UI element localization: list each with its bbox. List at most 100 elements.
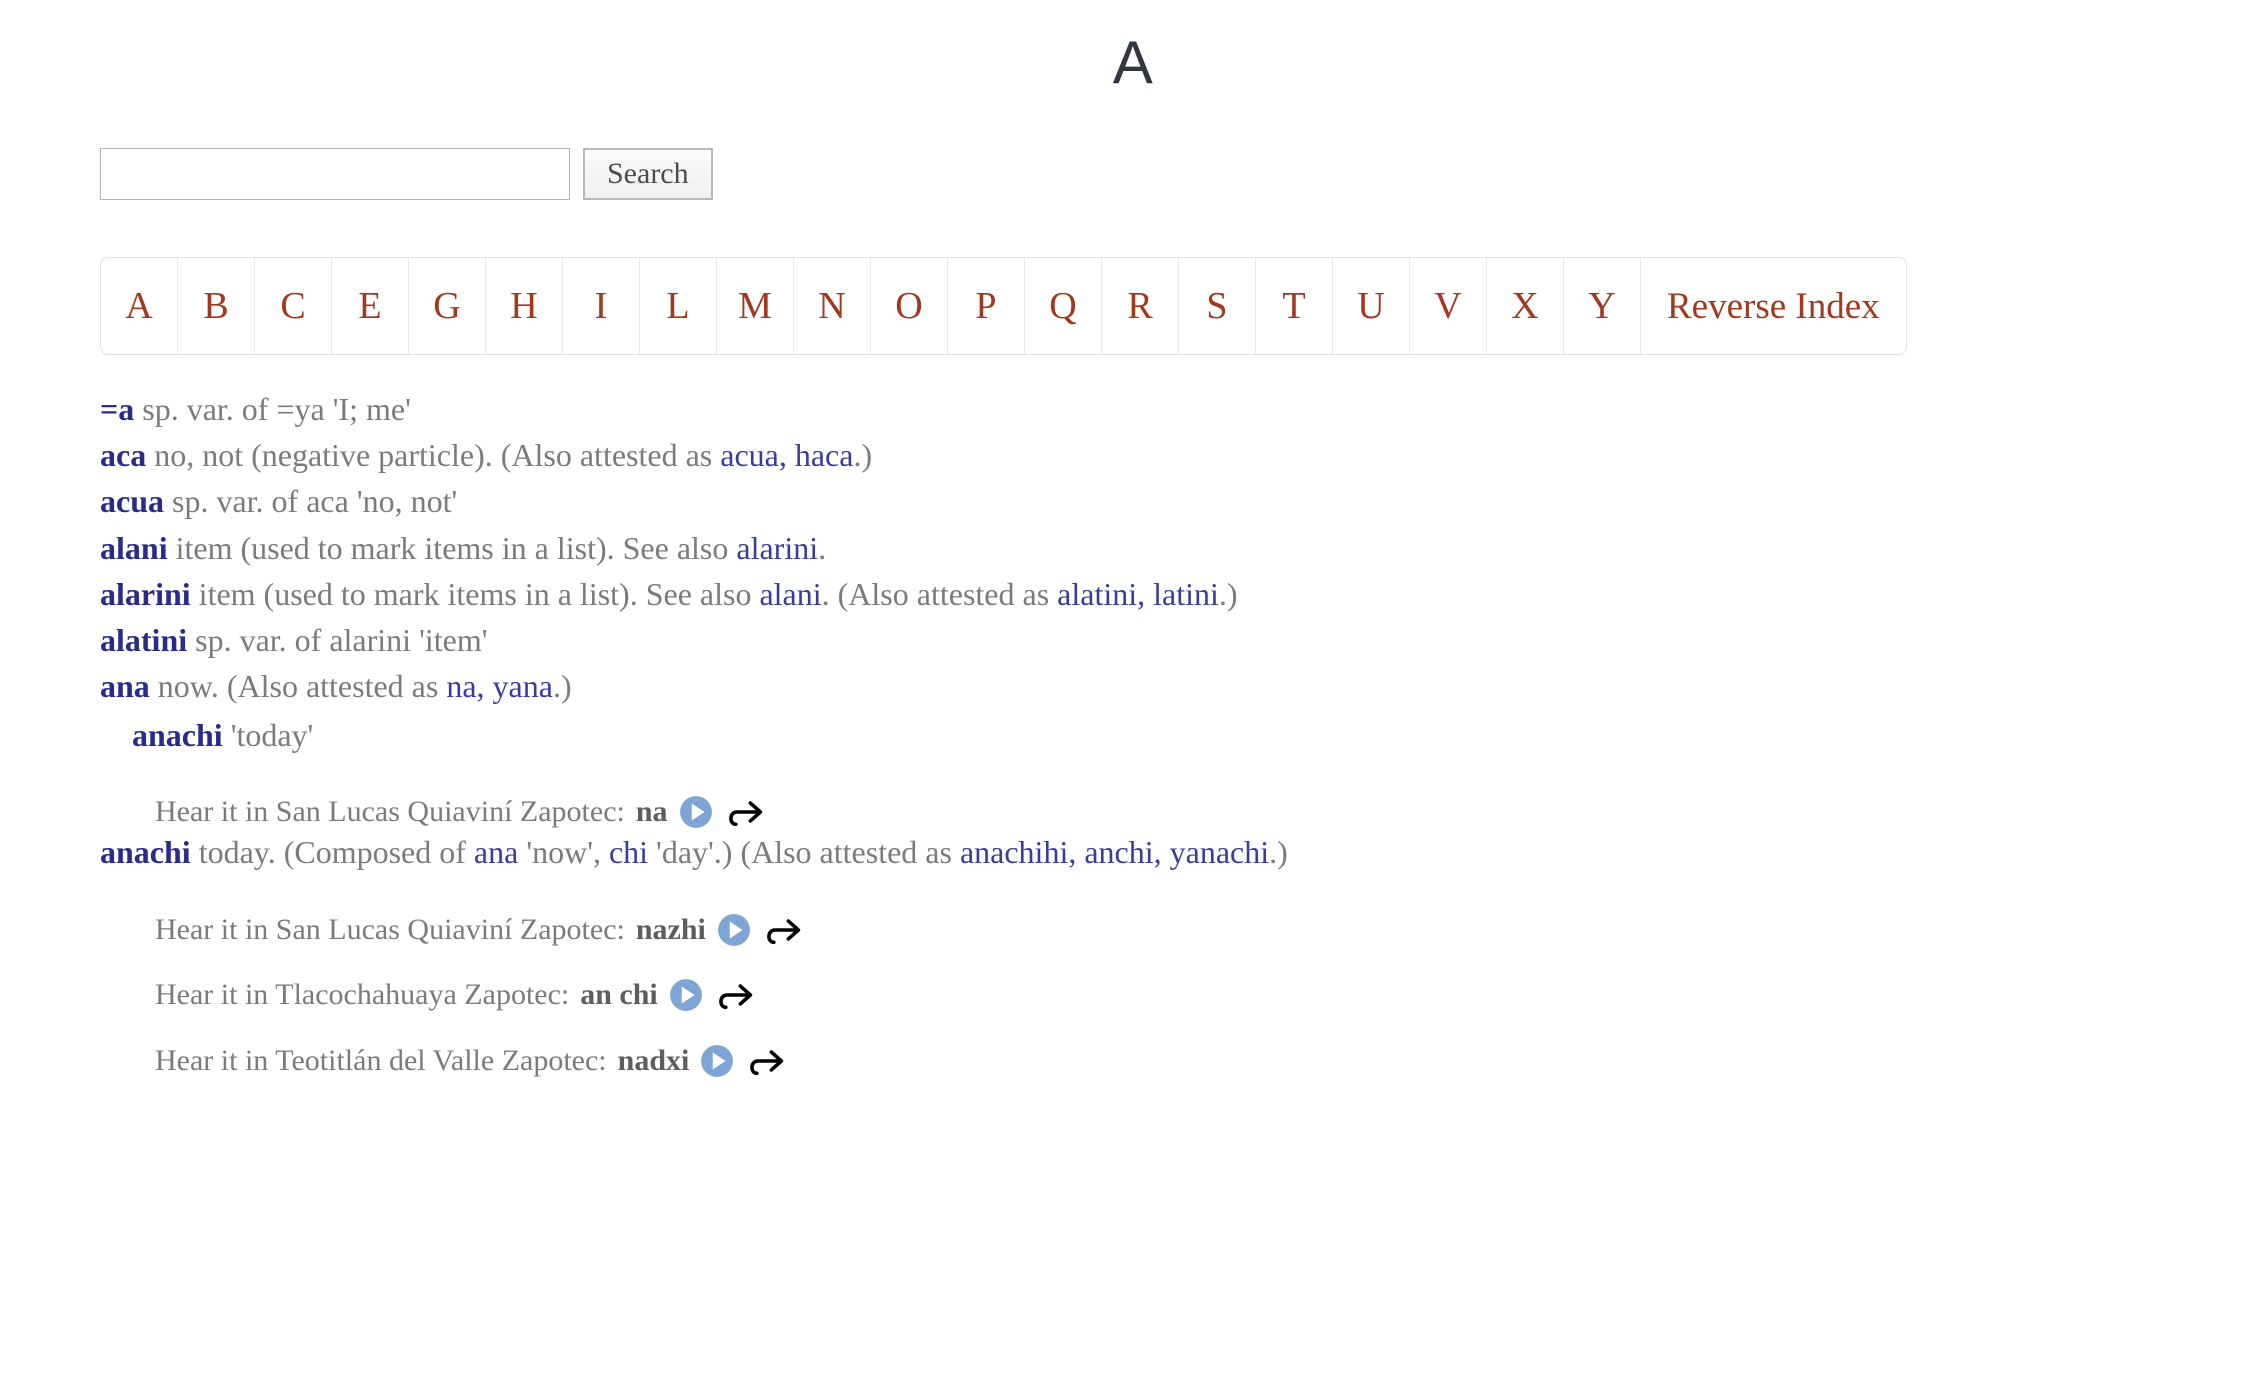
alphabet-nav: A B C E G H I L M N O P Q R S T U V X Y Reverse Index	[100, 257, 1907, 355]
audio-label: Hear it in San Lucas Quiaviní Zapotec:	[155, 912, 625, 946]
see-also-label: See also	[622, 529, 729, 566]
attested-close: .)	[552, 668, 572, 705]
share-icon[interactable]	[749, 1044, 787, 1078]
dictionary-entry: anachi today. (Composed of ana 'now', ch…	[100, 831, 2266, 873]
alpha-nav-x[interactable]: X	[1487, 258, 1564, 354]
share-icon[interactable]	[766, 913, 804, 947]
entry-headword[interactable]: alatini	[100, 622, 187, 658]
sp-var-target: alarini	[329, 622, 412, 659]
alpha-nav-l[interactable]: L	[640, 258, 717, 354]
sub-entry-headword[interactable]: anachi	[132, 717, 223, 753]
sp-var-label: sp. var. of	[172, 483, 307, 520]
attested-label: (Also attested as	[740, 834, 952, 871]
dictionary-entry: alatini sp. var. of alarini 'item'	[100, 619, 2266, 661]
alpha-nav-i[interactable]: I	[563, 258, 640, 354]
play-icon[interactable]	[679, 795, 713, 829]
alphabet-nav-wrapper: A B C E G H I L M N O P Q R S T U V X Y Reverse Index	[0, 257, 2266, 355]
attested-label: (Also attested as	[837, 575, 1050, 612]
alpha-nav-y[interactable]: Y	[1564, 258, 1641, 354]
composed-word[interactable]: chi	[609, 834, 648, 870]
sp-var-target-gloss: 'item'	[419, 622, 488, 659]
search-input[interactable]	[100, 148, 570, 200]
alpha-nav-q[interactable]: Q	[1025, 258, 1102, 354]
sp-var-target: aca	[306, 483, 349, 520]
alpha-nav-e[interactable]: E	[332, 258, 409, 354]
entry-definition: item (used to mark items in a list).	[175, 529, 615, 566]
search-bar: Search	[0, 148, 2266, 200]
audio-row: Hear it in Teotitlán del Valle Zapotec: n…	[100, 1041, 2266, 1081]
alpha-nav-g[interactable]: G	[409, 258, 486, 354]
alpha-nav-s[interactable]: S	[1179, 258, 1256, 354]
entry-list: =a sp. var. of =ya 'I; me' aca no, not (n…	[0, 388, 2266, 1080]
composed-word[interactable]: ana	[474, 834, 518, 870]
alpha-nav-m[interactable]: M	[717, 258, 794, 354]
alpha-nav-t[interactable]: T	[1256, 258, 1333, 354]
composed-gloss: 'day'.)	[656, 834, 733, 871]
entry-headword[interactable]: anachi	[100, 834, 191, 870]
see-also-close: .	[818, 529, 827, 566]
dictionary-entry: alani item (used to mark items in a list…	[100, 527, 2266, 569]
audio-word: nadxi	[617, 1043, 690, 1077]
entry-headword[interactable]: alani	[100, 530, 168, 566]
audio-row: Hear it in Tlacochahuaya Zapotec: an chi	[100, 975, 2266, 1015]
search-button[interactable]: Search	[583, 148, 713, 200]
sp-var-label: sp. var. of	[142, 391, 277, 427]
dictionary-entry: aca no, not (negative particle). (Also a…	[100, 434, 2266, 476]
alpha-nav-h[interactable]: H	[486, 258, 563, 354]
see-also-link[interactable]: alani	[759, 576, 821, 612]
alpha-nav-reverse-index[interactable]: Reverse Index	[1641, 258, 1906, 354]
sp-var-target-gloss: 'no, not'	[356, 483, 458, 520]
dictionary-entry: ana now. (Also attested as na, yana.)	[100, 665, 2266, 707]
sp-var-target-gloss: 'I; me'	[332, 391, 411, 427]
alpha-nav-a[interactable]: A	[101, 258, 178, 354]
share-icon[interactable]	[718, 978, 756, 1012]
dictionary-entry: =a sp. var. of =ya 'I; me'	[100, 388, 2266, 430]
entry-headword[interactable]: ana	[100, 668, 150, 704]
entry-definition: no, not (negative particle).	[154, 437, 493, 474]
alpha-nav-n[interactable]: N	[794, 258, 871, 354]
share-icon[interactable]	[728, 795, 766, 829]
attested-links[interactable]: anachihi, anchi, yanachi	[960, 834, 1269, 870]
play-icon[interactable]	[669, 978, 703, 1012]
attested-links[interactable]: acua, haca	[720, 437, 853, 473]
attested-links[interactable]: alatini, latini	[1057, 576, 1219, 612]
play-icon[interactable]	[700, 1044, 734, 1078]
entry-headword[interactable]: aca	[100, 437, 146, 473]
see-also-label: See also	[645, 575, 752, 612]
audio-word: nazhi	[635, 912, 706, 946]
play-icon[interactable]	[717, 913, 751, 947]
alpha-nav-o[interactable]: O	[871, 258, 948, 354]
entry-headword[interactable]: acua	[100, 483, 164, 519]
audio-row: Hear it in San Lucas Quiaviní Zapotec: na…	[100, 910, 2266, 950]
see-also-close: .	[821, 575, 830, 612]
entry-definition: today. (Composed of	[198, 834, 466, 871]
audio-word: an chi	[580, 978, 658, 1012]
attested-close: .)	[1269, 834, 1288, 871]
attested-links[interactable]: na, yana	[446, 668, 553, 704]
dictionary-entry: alarini item (used to mark items in a li…	[100, 573, 2266, 615]
audio-word: na	[635, 794, 668, 828]
entry-headword[interactable]: alarini	[100, 576, 191, 612]
page-title: A	[1112, 29, 1154, 96]
entry-definition: item (used to mark items in a list).	[198, 575, 638, 612]
alpha-nav-b[interactable]: B	[178, 258, 255, 354]
alpha-nav-r[interactable]: R	[1102, 258, 1179, 354]
alpha-nav-p[interactable]: P	[948, 258, 1025, 354]
alpha-nav-u[interactable]: U	[1333, 258, 1410, 354]
sub-entry-gloss: 'today'	[230, 716, 314, 753]
audio-label: Hear it in San Lucas Quiaviní Zapotec:	[155, 794, 625, 828]
audio-label: Hear it in Teotitlán del Valle Zapotec:	[155, 1043, 607, 1077]
composed-gloss: 'now',	[526, 834, 601, 871]
alpha-nav-c[interactable]: C	[255, 258, 332, 354]
attested-close: .)	[1218, 575, 1238, 612]
see-also-link[interactable]: alarini	[736, 530, 818, 566]
sp-var-target: =ya	[276, 391, 325, 427]
attested-label: (Also attested as	[500, 437, 713, 474]
dictionary-entry: acua sp. var. of aca 'no, not'	[100, 480, 2266, 522]
entry-definition: now.	[157, 668, 219, 705]
entry-headword[interactable]: =a	[100, 391, 134, 427]
audio-row: Hear it in San Lucas Quiaviní Zapotec: na	[100, 792, 2266, 832]
attested-label: (Also attested as	[226, 668, 439, 705]
attested-close: .)	[853, 437, 873, 474]
alpha-nav-v[interactable]: V	[1410, 258, 1487, 354]
